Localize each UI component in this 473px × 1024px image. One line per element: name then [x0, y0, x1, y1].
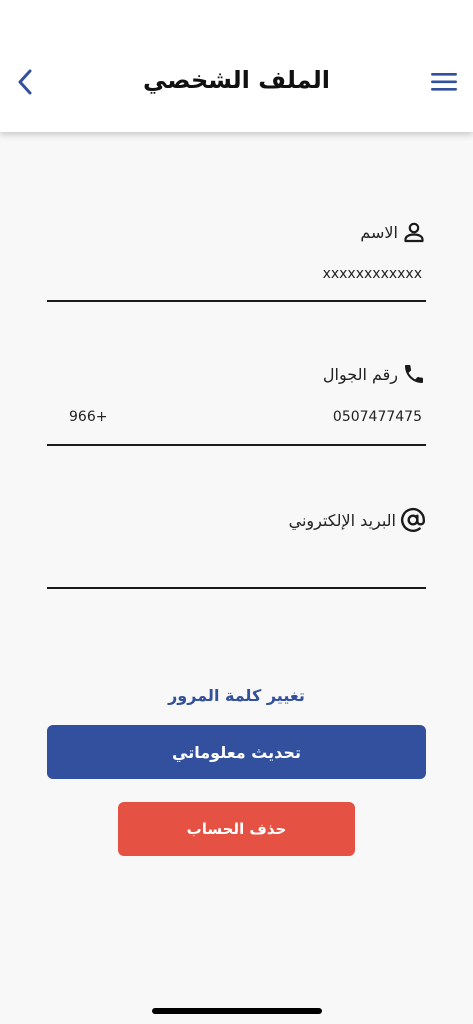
back-button[interactable]	[8, 62, 42, 102]
phone-value: 0507477475	[332, 409, 422, 425]
phone-underline	[47, 444, 426, 446]
chevron-left-icon	[18, 69, 32, 95]
user-icon	[404, 222, 424, 243]
app-header: الملف الشخصي	[0, 0, 473, 132]
country-code[interactable]: 966+	[69, 409, 107, 425]
phone-icon	[405, 365, 423, 383]
email-field[interactable]: البريد الإلكتروني	[47, 505, 426, 589]
page-title: الملف الشخصي	[143, 66, 330, 94]
name-field[interactable]: الاسم xxxxxxxxxxxx	[47, 218, 426, 302]
email-underline	[47, 587, 426, 589]
profile-screen: الملف الشخصي الاسم xxxxxxxxxxxx رقم الجو…	[0, 0, 473, 1024]
phone-field[interactable]: رقم الجوال 966+ 0507477475	[47, 360, 426, 446]
delete-account-button[interactable]: حذف الحساب	[118, 802, 355, 856]
name-label: الاسم	[360, 222, 398, 242]
home-indicator[interactable]	[152, 1008, 322, 1014]
phone-label: رقم الجوال	[322, 364, 398, 384]
change-password-link[interactable]: تغيير كلمة المرور	[47, 686, 426, 705]
name-value: xxxxxxxxxxxx	[322, 266, 422, 282]
at-sign-icon	[400, 508, 426, 532]
update-info-button[interactable]: تحديث معلوماتي	[47, 725, 426, 779]
email-label: البريد الإلكتروني	[288, 510, 396, 530]
menu-button[interactable]	[429, 68, 459, 96]
name-underline	[47, 300, 426, 302]
hamburger-menu-icon	[431, 73, 457, 91]
